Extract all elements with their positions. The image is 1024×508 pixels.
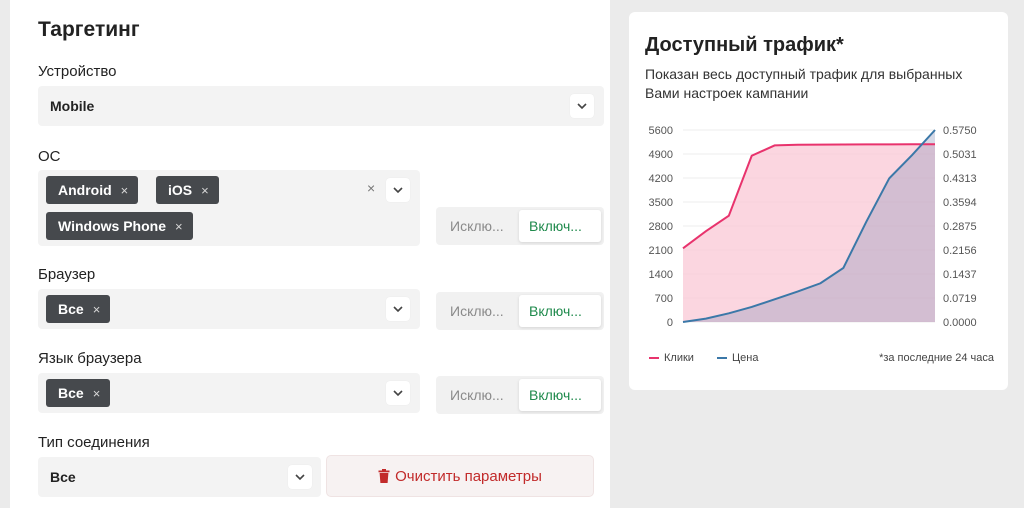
y-left-tick-label: 5600 (649, 125, 673, 137)
legend-swatch-clicks (649, 357, 659, 359)
device-value: Mobile (50, 98, 95, 114)
close-icon[interactable]: × (93, 302, 101, 317)
legend-item-clicks: Клики (649, 352, 694, 364)
y-left-tick-label: 4200 (649, 173, 673, 185)
chevron-down-icon (577, 103, 587, 110)
device-select[interactable]: Mobile (38, 86, 604, 126)
y-right-tick-label: 0.0719 (943, 293, 977, 305)
os-tag: Windows Phone × (46, 212, 193, 240)
browser-language-label: Язык браузера (38, 350, 142, 367)
os-tag: Android × (46, 176, 139, 204)
y-right-tick-label: 0.5750 (943, 125, 977, 137)
connection-type-dropdown-button[interactable] (288, 465, 312, 489)
traffic-card: Доступный трафик* Показан весь доступный… (629, 12, 1008, 390)
include-option[interactable]: Включ... (519, 379, 601, 411)
traffic-title: Доступный трафик* (645, 34, 844, 56)
os-select[interactable]: Android × iOS × Windows Phone × × (38, 170, 420, 246)
exclude-option[interactable]: Исклю... (450, 303, 504, 319)
traffic-subtitle: Показан весь доступный трафик для выбран… (645, 66, 963, 101)
y-right-tick-label: 0.2875 (943, 221, 977, 233)
exclude-option[interactable]: Исклю... (450, 218, 504, 234)
y-left-tick-label: 4900 (649, 149, 673, 161)
browser-select[interactable]: Все × (38, 289, 420, 329)
browser-tag: Все × (46, 295, 111, 323)
clear-all-icon[interactable]: × (367, 180, 375, 196)
chevron-down-icon (393, 390, 403, 397)
period-note: *за последние 24 часа (879, 352, 994, 364)
browser-language-tag: Все × (46, 379, 111, 407)
include-option[interactable]: Включ... (519, 210, 601, 242)
traffic-chart: 5600 0.5750 4900 0.5031 4200 0.4313 3500 0.3594… (649, 125, 977, 329)
browser-dropdown-button[interactable] (386, 297, 410, 321)
close-icon[interactable]: × (93, 386, 101, 401)
close-icon[interactable]: × (121, 183, 129, 198)
targeting-title: Таргетинг (38, 18, 140, 41)
y-left-tick-label: 2800 (649, 221, 673, 233)
os-tag: iOS × (156, 176, 219, 204)
targeting-panel: Таргетинг Устройство Mobile ОС Android ×… (10, 0, 610, 508)
y-left-tick-label: 0 (667, 317, 673, 329)
browser-language-include-toggle[interactable]: Исклю... Включ... (436, 376, 604, 414)
device-dropdown-button[interactable] (570, 94, 594, 118)
trash-icon (378, 469, 390, 483)
os-include-toggle[interactable]: Исклю... Включ... (436, 207, 604, 245)
y-right-tick-label: 0.3594 (943, 197, 977, 209)
chevron-down-icon (393, 306, 403, 313)
chevron-down-icon (295, 474, 305, 481)
y-right-tick-label: 0.5031 (943, 149, 977, 161)
os-label: ОС (38, 148, 61, 165)
browser-language-select[interactable]: Все × (38, 373, 420, 413)
chevron-down-icon (393, 187, 403, 194)
legend-item-price: Цена (717, 352, 758, 364)
y-right-tick-label: 0.4313 (943, 173, 977, 185)
clear-params-button[interactable]: Очистить параметры (326, 455, 594, 497)
exclude-option[interactable]: Исклю... (450, 387, 504, 403)
legend-swatch-price (717, 357, 727, 359)
y-left-tick-label: 2100 (649, 245, 673, 257)
clear-params-label: Очистить параметры (395, 467, 542, 485)
include-option[interactable]: Включ... (519, 295, 601, 327)
y-right-tick-label: 0.0000 (943, 317, 977, 329)
connection-type-label: Тип соединения (38, 434, 150, 451)
y-right-tick-label: 0.2156 (943, 245, 977, 257)
y-right-tick-label: 0.1437 (943, 269, 977, 281)
os-dropdown-button[interactable] (386, 178, 410, 202)
connection-type-value: Все (50, 469, 76, 485)
browser-label: Браузер (38, 266, 96, 283)
y-left-tick-label: 1400 (649, 269, 673, 281)
browser-language-dropdown-button[interactable] (386, 381, 410, 405)
connection-type-select[interactable]: Все (38, 457, 321, 497)
close-icon[interactable]: × (175, 219, 183, 234)
browser-include-toggle[interactable]: Исклю... Включ... (436, 292, 604, 330)
device-label: Устройство (38, 63, 117, 80)
y-left-tick-label: 3500 (649, 197, 673, 209)
y-left-tick-label: 700 (655, 293, 673, 305)
close-icon[interactable]: × (201, 183, 209, 198)
